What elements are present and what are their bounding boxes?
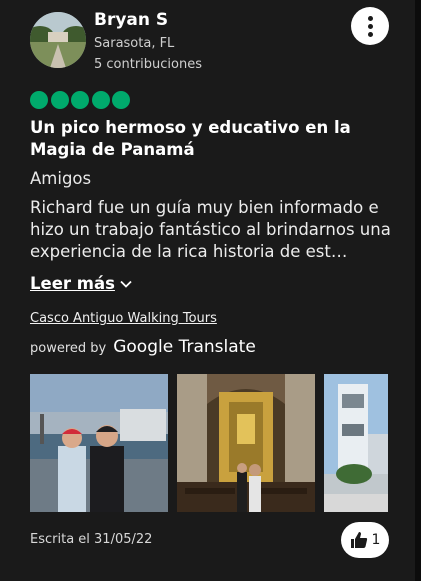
read-more-link[interactable]: Leer más xyxy=(30,274,133,293)
powered-by-translate: powered by Google Translate xyxy=(30,337,256,357)
photo-carousel[interactable] xyxy=(30,374,388,512)
thumbs-up-icon xyxy=(350,532,367,548)
rating-bubble xyxy=(91,91,110,109)
avatar[interactable] xyxy=(30,12,86,68)
tour-link[interactable]: Casco Antiguo Walking Tours xyxy=(30,311,217,326)
review-card: Bryan S Sarasota, FL 5 contribuciones Un… xyxy=(0,0,415,581)
scrollbar-track[interactable] xyxy=(415,0,421,581)
rating-bubble xyxy=(71,91,89,109)
review-text: Richard fue un guía muy bien informado e… xyxy=(30,198,391,261)
reviewer-contributions: 5 contribuciones xyxy=(94,57,203,72)
photo-kids-at-harbor[interactable] xyxy=(30,374,168,512)
helpful-vote-button[interactable]: 1 xyxy=(341,522,389,558)
powered-by-label: powered by xyxy=(30,341,107,356)
read-more-label: Leer más xyxy=(30,274,115,293)
review-title[interactable]: Un pico hermoso y educativo en la Magia … xyxy=(30,117,390,161)
reviewer-name[interactable]: Bryan S xyxy=(94,10,168,30)
more-options-button[interactable] xyxy=(351,7,389,45)
helpful-count: 1 xyxy=(371,532,381,548)
photo-church-altar[interactable] xyxy=(177,374,315,512)
google-translate-logo: Google Translate xyxy=(113,337,256,357)
more-options-icon xyxy=(367,15,373,21)
written-date: Escrita el 31/05/22 xyxy=(30,532,153,547)
rating-bubbles xyxy=(30,91,133,109)
chevron-down-icon xyxy=(120,280,132,288)
trip-type: Amigos xyxy=(30,169,92,188)
photo-bell-tower[interactable] xyxy=(324,374,388,512)
rating-bubble xyxy=(50,91,69,109)
reviewer-location: Sarasota, FL xyxy=(94,36,175,51)
rating-bubble xyxy=(112,91,130,109)
rating-bubble xyxy=(30,91,48,109)
